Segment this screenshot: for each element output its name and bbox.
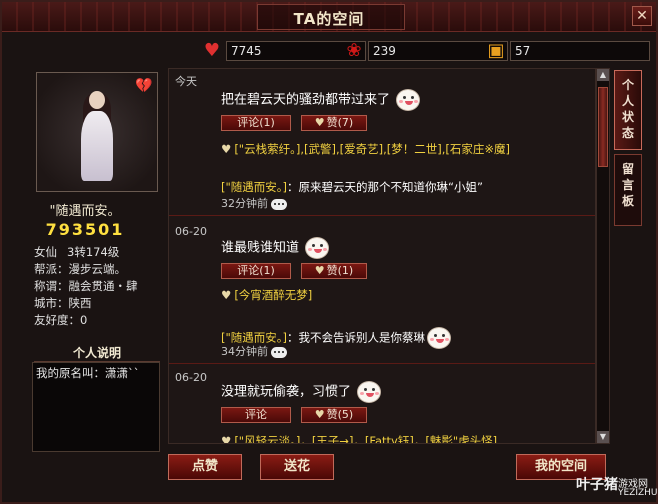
post-date: 今天 [175, 75, 197, 88]
watermark-logo: 叶子猪 游戏网 YEZIZHU.COM [576, 472, 658, 502]
likers-text[interactable]: ["云栈萦纡。],[武警],[爱奇艺],[梦！二世],[石家庄※魔] [234, 142, 510, 156]
feed-post: 06-20 谁最贱谁知道 评论(1) ♥ 赞(1) ♥ [今宵酒醉无梦] ["随遇而… [169, 219, 595, 361]
likers-text[interactable]: [今宵酒醉无梦] [234, 288, 312, 302]
post-date: 06-20 [175, 225, 207, 238]
reply: ["随遇而安。]：原来碧云天的那个不知道你琳“小姐” [221, 179, 587, 195]
reply-text: ：原来碧云天的那个不知道你琳“小姐” [287, 180, 483, 194]
tab-char: 留 [621, 162, 634, 176]
space-window: TA的空间 ✕ ♥ 7745 ❀ 239 ▣ 57 💔 "随遇而安。 79350… [0, 0, 658, 504]
post-text: 谁最贱谁知道 [221, 235, 331, 261]
tab-char: 状 [621, 110, 634, 124]
description-header: 个人说明 [34, 344, 160, 362]
watermark-brand: 叶子猪 [576, 477, 618, 493]
tab-char: 态 [621, 126, 634, 140]
gift-icon: ▣ [487, 40, 505, 61]
post-date: 06-20 [175, 371, 207, 384]
tab-char: 人 [621, 94, 634, 108]
reply-time-text: 34分钟前 [221, 345, 268, 358]
profile-motto: "随遇而安。 [49, 204, 121, 219]
scroll-up-icon[interactable]: ▲ [597, 69, 609, 81]
reply-time: 32分钟前 [221, 195, 287, 211]
title-row: 称谓：融会贯通・肆 [34, 279, 138, 293]
like-label: 赞(7) [326, 116, 354, 129]
tab-personal-status-label: 个人状态 [615, 77, 641, 141]
heart-icon: ♥ [314, 408, 325, 421]
emoticon-icon [303, 235, 331, 261]
tab-personal-status[interactable]: 个人状态 [614, 70, 642, 150]
broken-heart-icon[interactable]: 💔 [135, 77, 153, 95]
send-flower-button[interactable]: 送花 [260, 454, 334, 480]
level: 3转174级 [67, 245, 120, 259]
reply-bubble-icon[interactable] [271, 346, 287, 358]
city-row: 城市：陕西 [34, 296, 92, 310]
like-button[interactable]: ♥ 赞(1) [301, 263, 367, 279]
divider [169, 363, 595, 364]
class-level-row: 女仙 3转174级 [34, 244, 160, 261]
close-button[interactable]: ✕ [632, 6, 652, 26]
tab-char: 板 [621, 194, 634, 208]
like-label: 赞(1) [326, 264, 354, 277]
status-feed: 今天 把在碧云天的骚劲都带过来了 评论(1) ♥ 赞(7) ♥ ["云栈萦纡。],[… [168, 68, 596, 444]
likers-list: ♥ ["云栈萦纡。],[武警],[爱奇艺],[梦！二世],[石家庄※魔] [221, 141, 587, 157]
heart-icon: ♥ [314, 264, 325, 277]
divider [169, 215, 595, 216]
tab-char: 言 [621, 178, 634, 192]
scroll-down-icon[interactable]: ▼ [597, 431, 609, 443]
feed-post: 06-20 没理就玩偷袭，习惯了 评论 ♥ 赞(5) ♥ ["风轻云淡。]，[王子→… [169, 367, 595, 444]
post-text: 没理就玩偷袭，习惯了 [221, 379, 383, 405]
profile-score: 793501 [45, 220, 125, 239]
gifts-count: 57 [510, 41, 650, 61]
comment-button[interactable]: 评论(1) [221, 115, 291, 131]
tab-guestbook-label: 留言板 [615, 161, 641, 209]
reply-bubble-icon[interactable] [271, 198, 287, 210]
post-text-content: 把在碧云天的骚劲都带过来了 [221, 92, 391, 108]
heart-icon: ♥ [221, 142, 232, 156]
character-figure [75, 91, 119, 183]
post-text-content: 谁最贱谁知道 [221, 240, 300, 256]
title-bar: TA的空间 ✕ [2, 2, 656, 32]
figure-body [81, 111, 113, 181]
feed-post: 今天 把在碧云天的骚劲都带过来了 评论(1) ♥ 赞(7) ♥ ["云栈萦纡。],[… [169, 69, 595, 211]
figure-head [89, 91, 105, 109]
description-box: 我的原名叫：潇潇`` [32, 362, 160, 452]
post-text-content: 没理就玩偷袭，习惯了 [221, 384, 352, 400]
likers-list: ♥ ["风轻云淡。]，[王子→]，[Fatty钰]，[魅影"虎头怪] [221, 433, 587, 444]
profile-info: 女仙 3转174级 帮派：漫步云端。 称谓：融会贯通・肆 城市：陕西 友好度：0 [34, 244, 160, 329]
guild-row: 帮派：漫步云端。 [34, 262, 126, 276]
like-button[interactable]: ♥ 赞(5) [301, 407, 367, 423]
praise-button[interactable]: 点赞 [168, 454, 242, 480]
scroll-thumb[interactable] [598, 87, 608, 167]
feed-scrollbar[interactable]: ▲ ▼ [596, 68, 610, 444]
heart-icon: ♥ [314, 116, 325, 129]
reply-time-text: 32分钟前 [221, 197, 268, 210]
emoticon-icon [425, 325, 453, 351]
avatar[interactable]: 💔 [36, 72, 158, 192]
like-label: 赞(5) [326, 408, 354, 421]
likers-list: ♥ [今宵酒醉无梦] [221, 287, 587, 303]
heart-icon: ♥ [221, 434, 232, 444]
watermark-url: YEZIZHU.COM [618, 488, 658, 498]
reply-author[interactable]: ["随遇而安。] [221, 180, 287, 194]
reply-time: 34分钟前 [221, 343, 287, 359]
comment-button[interactable]: 评论(1) [221, 263, 291, 279]
comment-button[interactable]: 评论 [221, 407, 291, 423]
post-text: 把在碧云天的骚劲都带过来了 [221, 87, 422, 113]
reply-text: ：我不会告诉别人是你蔡琳 [287, 330, 426, 345]
emoticon-icon [355, 379, 383, 405]
likers-text[interactable]: ["风轻云淡。]，[王子→]，[Fatty钰]，[魅影"虎头怪] [234, 434, 497, 443]
friendship-row: 友好度：0 [34, 313, 88, 327]
tab-char: 个 [621, 78, 634, 92]
window-title: TA的空间 [293, 10, 365, 28]
gender-class: 女仙 [34, 245, 57, 259]
heart-icon: ♥ [221, 288, 232, 302]
profile-panel: 💔 "随遇而安。 793501 女仙 3转174级 帮派：漫步云端。 称谓：融会贯… [10, 68, 160, 498]
tab-guestbook[interactable]: 留言板 [614, 154, 642, 226]
heart-icon: ♥ [203, 40, 221, 61]
rose-icon: ❀ [346, 40, 362, 61]
emoticon-icon [394, 87, 422, 113]
like-button[interactable]: ♥ 赞(7) [301, 115, 367, 131]
